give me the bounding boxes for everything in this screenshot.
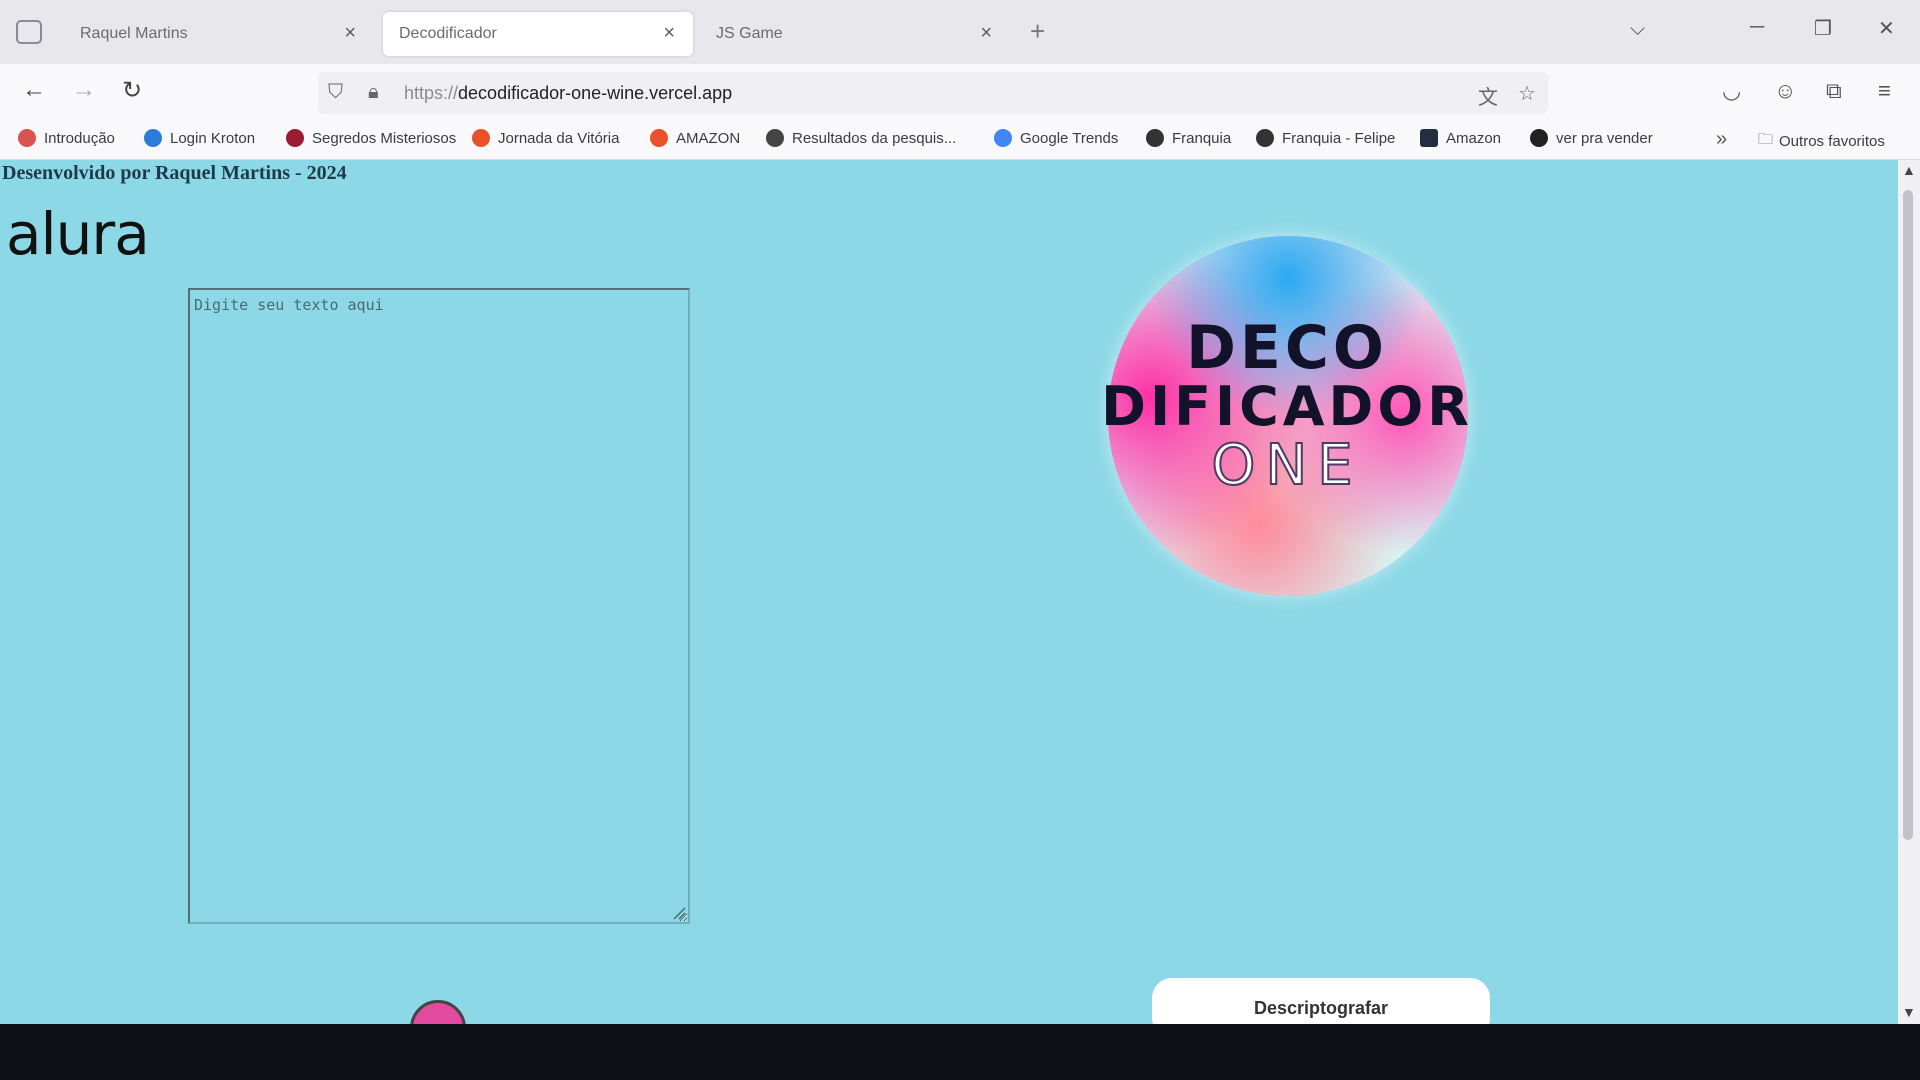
diamond-icon xyxy=(766,129,784,147)
scroll-up-icon[interactable]: ▲ xyxy=(1902,162,1916,178)
tab-js-game[interactable]: JS Game × xyxy=(700,12,1010,56)
bookmark-item[interactable]: Franquia xyxy=(1146,129,1231,147)
logo-line-one: ONE xyxy=(1210,433,1363,498)
tab-strip: Raquel Martins × Decodificador × JS Game… xyxy=(0,0,1920,64)
bookmark-favicon-icon xyxy=(1146,129,1164,147)
bookmark-item[interactable]: Jornada da Vitória xyxy=(472,129,619,147)
pocket-icon[interactable]: ◡ xyxy=(1722,78,1741,104)
close-icon[interactable]: × xyxy=(980,22,992,45)
developer-credit: Desenvolvido por Raquel Martins - 2024 xyxy=(2,162,347,184)
minimize-icon[interactable]: ─ xyxy=(1750,16,1764,39)
extensions-icon[interactable]: ⧉ xyxy=(1826,78,1842,104)
other-bookmarks[interactable]: 🗀 Outros favoritos xyxy=(1758,129,1885,154)
bookmark-favicon-icon xyxy=(1256,129,1274,147)
logo-line-deco: DECO xyxy=(1186,313,1388,383)
bookmark-item[interactable]: Resultados da pesquis... xyxy=(766,129,956,147)
bookmark-favicon-icon xyxy=(144,129,162,147)
folder-icon: 🗀 xyxy=(1758,131,1774,148)
bookmark-item[interactable]: ver pra vender xyxy=(1530,129,1653,147)
chevron-double-right-icon[interactable]: » xyxy=(1716,128,1727,151)
avatar xyxy=(410,1000,466,1024)
chevron-down-icon[interactable]: ⌵ xyxy=(1630,18,1645,41)
bookmark-favicon-icon xyxy=(286,129,304,147)
bookmark-item[interactable]: AMAZON xyxy=(650,129,740,147)
decrypt-button[interactable]: Descriptografar xyxy=(1152,978,1490,1024)
trend-icon xyxy=(994,129,1012,147)
page-content: Desenvolvido por Raquel Martins - 2024 a… xyxy=(0,160,1898,1024)
scrollbar[interactable]: ▲ ▼ xyxy=(1898,160,1920,1024)
address-bar[interactable]: ⛉ 🔒︎ https://decodificador-one-wine.verc… xyxy=(318,72,1548,114)
bookmark-item[interactable]: Google Trends xyxy=(994,129,1118,147)
tab-title: JS Game xyxy=(716,25,783,42)
bookmark-item[interactable]: Franquia - Felipe xyxy=(1256,129,1395,147)
logo-line-dificador: DIFICADOR xyxy=(1101,375,1473,438)
browser-chrome: Raquel Martins × Decodificador × JS Game… xyxy=(0,0,1920,160)
navigation-bar: ← → ↻ ⛉ 🔒︎ https://decodificador-one-win… xyxy=(0,64,1920,120)
star-icon[interactable]: ☆ xyxy=(1518,81,1536,106)
bookmark-item[interactable]: Amazon xyxy=(1420,129,1501,147)
shield-icon[interactable]: ⛉ xyxy=(328,81,343,104)
forward-arrow-icon[interactable]: → xyxy=(72,76,96,104)
bookmark-item[interactable]: Segredos Misteriosos xyxy=(286,129,456,147)
bookmark-item[interactable]: Introdução xyxy=(18,129,115,147)
translate-icon[interactable]: 文 xyxy=(1478,81,1498,110)
decoder-logo-text: DECO DIFICADOR ONE xyxy=(1072,313,1502,498)
lock-icon[interactable]: 🔒︎ xyxy=(368,81,379,104)
bookmarks-bar: Introdução Login Kroton Segredos Misteri… xyxy=(0,120,1920,160)
resize-handle-icon[interactable] xyxy=(672,906,686,920)
url-text[interactable]: https://decodificador-one-wine.vercel.ap… xyxy=(404,83,732,104)
tab-raquel-martins[interactable]: Raquel Martins × xyxy=(64,12,374,56)
tab-title: Raquel Martins xyxy=(80,25,188,42)
scroll-down-icon[interactable]: ▼ xyxy=(1902,1004,1916,1020)
scroll-thumb[interactable] xyxy=(1903,190,1913,840)
person-icon xyxy=(1530,129,1548,147)
bookmark-item[interactable]: Login Kroton xyxy=(144,129,255,147)
close-icon[interactable]: × xyxy=(663,22,675,45)
reload-icon[interactable]: ↻ xyxy=(122,76,142,105)
flame-icon xyxy=(650,129,668,147)
tab-overview-icon[interactable] xyxy=(16,20,42,44)
account-icon[interactable]: ☺ xyxy=(1774,78,1796,104)
new-tab-icon[interactable]: + xyxy=(1030,16,1045,47)
tab-title: Decodificador xyxy=(399,25,497,42)
bookmark-favicon-icon xyxy=(18,129,36,147)
restore-icon[interactable]: ❐ xyxy=(1814,16,1832,41)
flame-icon xyxy=(472,129,490,147)
alura-logo: alura xyxy=(6,200,150,268)
os-taskbar xyxy=(0,1024,1920,1080)
amazon-icon xyxy=(1420,129,1438,147)
close-icon[interactable]: × xyxy=(344,22,356,45)
menu-icon[interactable]: ≡ xyxy=(1878,78,1891,104)
tab-decodificador[interactable]: Decodificador × xyxy=(383,12,693,56)
back-arrow-icon[interactable]: ← xyxy=(22,76,46,104)
window-close-icon[interactable]: ✕ xyxy=(1878,16,1895,41)
text-input[interactable] xyxy=(188,288,690,924)
